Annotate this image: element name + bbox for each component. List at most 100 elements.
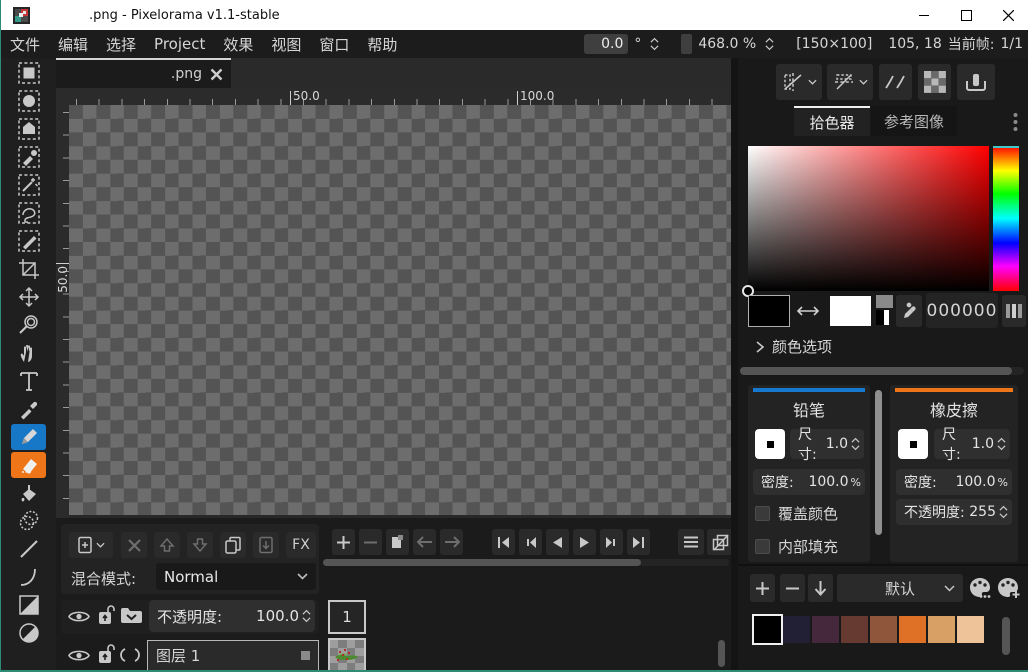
close-button[interactable]	[987, 0, 1028, 30]
sort-palette-button[interactable]	[808, 574, 833, 602]
vertical-ruler[interactable]: 50.0	[56, 105, 69, 518]
tool-text-button[interactable]	[11, 368, 46, 394]
add-layer-button[interactable]	[69, 532, 113, 558]
tool-curve-button[interactable]	[11, 564, 46, 590]
colorpicker-hscrollbar-thumb[interactable]	[740, 367, 1012, 375]
hue-cursor[interactable]	[993, 146, 1019, 148]
fill-inside-checkbox[interactable]: 内部填充	[755, 536, 838, 557]
blend-mode-dropdown[interactable]: Normal	[156, 563, 316, 590]
checkbox-icon[interactable]	[755, 539, 770, 554]
move-frame-left-button[interactable]	[413, 529, 436, 555]
pencil-size-spinbox[interactable]: 尺寸: 1.0	[790, 429, 864, 459]
tool-ellipse-select-button[interactable]	[11, 88, 46, 114]
palette-swatch-4[interactable]	[870, 616, 897, 643]
layer1-visibility-icon[interactable]	[67, 647, 91, 664]
hex-color-input[interactable]: 000000	[926, 293, 998, 328]
layer-name-box[interactable]: 图层 1	[147, 640, 319, 671]
checkbox-icon[interactable]	[755, 506, 770, 521]
rotation-input[interactable]: 0.0	[584, 34, 628, 54]
pencil-brush-button[interactable]	[755, 429, 785, 459]
layer1-lock-icon[interactable]	[98, 644, 115, 665]
tool-pan-button[interactable]	[11, 340, 46, 366]
palette-scrollbar-thumb[interactable]	[1002, 617, 1010, 655]
zoom-value[interactable]: 468.0 %	[698, 36, 756, 52]
tab-color-picker[interactable]: 拾色器	[794, 106, 870, 136]
layer-visibility-icon[interactable]	[67, 608, 91, 625]
palette-swatch-0[interactable]	[754, 616, 781, 643]
tool-options-scrollbar-thumb[interactable]	[875, 390, 882, 535]
menu-help[interactable]: 帮助	[358, 30, 406, 58]
tool-paint-select-button[interactable]	[11, 228, 46, 254]
left-color-swatch[interactable]	[748, 295, 790, 327]
clone-frame-button[interactable]	[386, 529, 409, 555]
menu-window[interactable]: 窗口	[310, 30, 358, 58]
menu-select[interactable]: 选择	[97, 30, 145, 58]
go-last-frame-button[interactable]	[627, 529, 650, 555]
palette-swatch-3[interactable]	[841, 616, 868, 643]
overwrite-color-checkbox[interactable]: 覆盖颜色	[755, 503, 838, 524]
next-frame-button[interactable]	[600, 529, 623, 555]
menu-effects[interactable]: 效果	[214, 30, 262, 58]
drawing-canvas[interactable]	[69, 105, 731, 515]
zoom-spinner[interactable]	[765, 36, 774, 52]
tab-close-icon[interactable]	[210, 68, 223, 81]
saturation-value-square[interactable]	[748, 146, 989, 291]
tool-pencil-button[interactable]	[11, 424, 46, 450]
remove-palette-color-button[interactable]	[780, 574, 805, 602]
layer1-link-cel-icon[interactable]	[119, 648, 141, 662]
mirror-horizontal-button[interactable]	[776, 64, 822, 100]
layer-drag-handle[interactable]	[301, 651, 310, 660]
tool-ellipse-button[interactable]	[11, 620, 46, 646]
tool-rectangle-button[interactable]	[11, 592, 46, 618]
play-button[interactable]	[573, 529, 596, 555]
onion-skinning-button[interactable]	[707, 529, 733, 555]
hue-slider[interactable]	[993, 146, 1019, 291]
layer-fx-button[interactable]: FX	[286, 532, 316, 558]
eraser-brush-button[interactable]	[898, 429, 928, 459]
menu-file[interactable]: 文件	[1, 30, 49, 58]
minimize-button[interactable]	[903, 0, 945, 30]
merge-layer-button[interactable]	[253, 532, 279, 558]
move-layer-down-button[interactable]	[187, 532, 213, 558]
maximize-button[interactable]	[945, 0, 987, 30]
add-palette-color-button[interactable]	[750, 574, 775, 602]
swap-colors-icon[interactable]	[794, 305, 822, 317]
eraser-opacity-spinbox[interactable]: 不透明度: 255	[896, 499, 1012, 525]
menu-edit[interactable]: 编辑	[49, 30, 97, 58]
tool-zoom-button[interactable]	[11, 312, 46, 338]
eraser-size-spinbox[interactable]: 尺寸: 1.0	[934, 429, 1010, 459]
rotation-spinner[interactable]	[650, 36, 659, 52]
timeline-hscrollbar[interactable]	[323, 559, 729, 566]
pixel-perfect-button[interactable]	[879, 64, 912, 100]
tool-crop-button[interactable]	[11, 256, 46, 282]
timeline-hscrollbar-thumb[interactable]	[323, 559, 641, 566]
menu-project[interactable]: Project	[145, 30, 214, 58]
clone-layer-button[interactable]	[220, 532, 246, 558]
edit-palette-button[interactable]	[968, 574, 994, 602]
palette-select-dropdown[interactable]: 默认	[837, 574, 963, 602]
palette-swatch-5[interactable]	[899, 616, 926, 643]
tool-eraser-button[interactable]	[11, 452, 46, 478]
tool-lasso-button[interactable]	[11, 200, 46, 226]
tool-move-button[interactable]	[11, 284, 46, 310]
dynamics-button[interactable]	[957, 64, 995, 100]
alpha-lock-button[interactable]	[918, 64, 951, 100]
tool-color-select-button[interactable]	[11, 144, 46, 170]
remove-frame-button[interactable]	[359, 529, 382, 555]
previous-frame-button[interactable]	[519, 529, 542, 555]
tab-reference-images[interactable]: 参考图像	[871, 106, 957, 136]
palette-swatch-2[interactable]	[812, 616, 839, 643]
project-tab[interactable]: .png	[56, 58, 231, 88]
timeline-vscrollbar-thumb[interactable]	[718, 640, 725, 667]
layer-group-icon[interactable]	[120, 606, 143, 625]
horizontal-ruler[interactable]: 50.0 100.0	[69, 88, 731, 105]
colorpicker-hscrollbar[interactable]	[740, 367, 1024, 375]
color-mode-button[interactable]	[1002, 295, 1026, 327]
tool-polygon-select-button[interactable]	[11, 116, 46, 142]
palette-swatch-1[interactable]	[783, 616, 810, 643]
tool-color-picker-button[interactable]	[11, 396, 46, 422]
default-colors-icon[interactable]	[876, 295, 893, 308]
zoom-handle[interactable]	[681, 34, 692, 54]
cel-thumbnail-cell[interactable]	[328, 638, 366, 672]
new-palette-button[interactable]	[996, 574, 1022, 602]
